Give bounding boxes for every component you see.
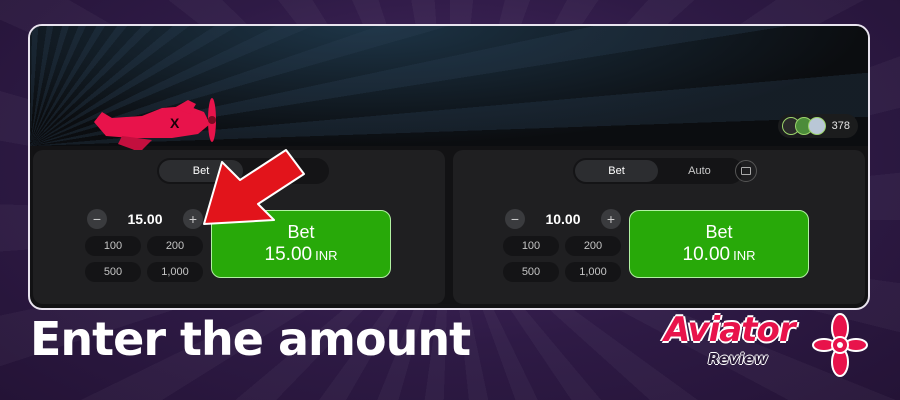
amount-stepper: − 10.00 + (505, 208, 621, 230)
logo-subtitle: Review (708, 350, 768, 368)
tab-bet[interactable]: Bet (575, 160, 658, 182)
bet-amount-input[interactable]: 15.00 (127, 211, 162, 227)
game-frame: X 378 Bet − 15.00 + 100 200 500 1,000 Be… (28, 24, 870, 310)
tab-auto[interactable]: Auto (658, 160, 741, 182)
red-pointer-arrow-icon (203, 149, 305, 225)
quick-amount-button[interactable]: 100 (503, 236, 559, 256)
players-count: 378 (831, 120, 850, 132)
caption-title: Enter the amount (30, 312, 471, 366)
bet-amount-input[interactable]: 10.00 (545, 211, 580, 227)
amount-stepper: − 15.00 + (87, 208, 203, 230)
quick-amount-button[interactable]: 100 (85, 236, 141, 256)
collapse-panel-button[interactable] (735, 160, 757, 182)
bet-mode-tabs: Bet Auto (573, 158, 743, 184)
bet-button-amount: 10.00 (682, 244, 731, 265)
quick-amounts: 100 200 500 1,000 (503, 236, 621, 282)
bet-button-currency: INR (733, 248, 756, 263)
quick-amount-button[interactable]: 1,000 (565, 262, 621, 282)
bet-button-amount-row: 15.00 INR (265, 244, 338, 266)
quick-amount-button[interactable]: 1,000 (147, 262, 203, 282)
propeller-logo-icon (812, 313, 868, 377)
player-avatars (781, 117, 826, 135)
collapse-panel-icon (741, 167, 751, 175)
bet-panel-right: Bet Auto − 10.00 + 100 200 500 1,000 Bet… (453, 150, 865, 304)
bet-button-title: Bet (705, 222, 733, 242)
bet-button-amount: 15.00 (264, 244, 313, 265)
avatar (807, 117, 826, 135)
quick-amount-button[interactable]: 200 (565, 236, 621, 256)
bet-button-currency: INR (315, 248, 338, 263)
logo-word: Aviator (664, 310, 796, 350)
aviator-review-logo: Aviator Review (664, 310, 874, 382)
svg-text:X: X (170, 115, 180, 131)
quick-amount-button[interactable]: 500 (503, 262, 559, 282)
quick-amounts: 100 200 500 1,000 (85, 236, 203, 282)
decrease-button[interactable]: − (505, 209, 525, 229)
quick-amount-button[interactable]: 200 (147, 236, 203, 256)
place-bet-button[interactable]: Bet 10.00 INR (629, 210, 809, 278)
decrease-button[interactable]: − (87, 209, 107, 229)
players-online: 378 (777, 114, 858, 138)
quick-amount-button[interactable]: 500 (85, 262, 141, 282)
increase-button[interactable]: + (600, 209, 621, 229)
bet-button-amount-row: 10.00 INR (683, 244, 756, 266)
